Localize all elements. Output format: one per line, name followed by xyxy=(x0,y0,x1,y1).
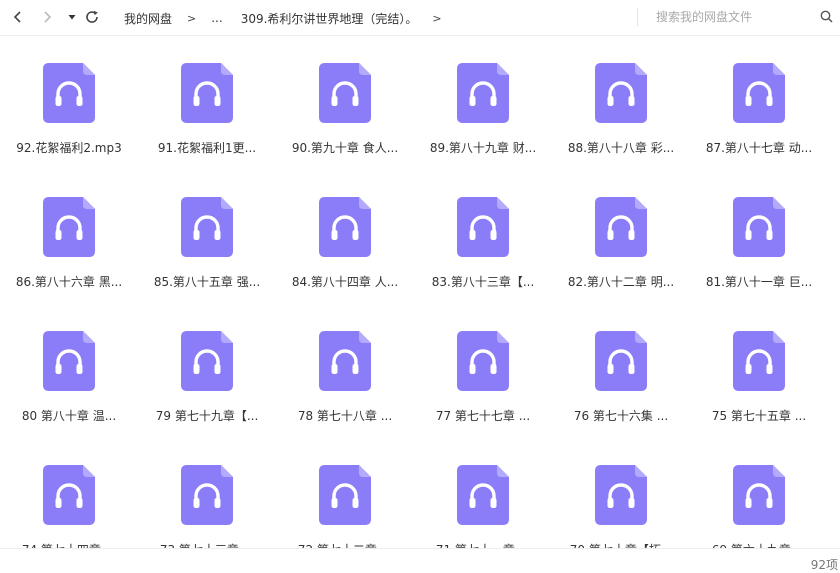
forward-button[interactable] xyxy=(36,6,58,28)
audio-file-icon xyxy=(319,63,371,123)
audio-file-icon xyxy=(733,465,785,525)
file-item[interactable]: 69 第六十九章 ... xyxy=(690,438,828,548)
audio-file-icon xyxy=(43,465,95,525)
file-item[interactable]: 86.第八十六章 黑... xyxy=(0,170,138,294)
audio-file-icon xyxy=(457,63,509,123)
breadcrumb-root[interactable]: 我的网盘 xyxy=(124,10,172,27)
file-name: 85.第八十五章 强... xyxy=(153,275,261,289)
file-item[interactable]: 72 第七十二章 ... xyxy=(276,438,414,548)
breadcrumb-ellipsis[interactable]: ... xyxy=(211,11,222,25)
audio-file-icon xyxy=(181,465,233,525)
audio-file-icon xyxy=(733,197,785,257)
history-dropdown-button[interactable] xyxy=(61,6,83,28)
file-name: 81.第八十一章 巨... xyxy=(705,275,813,289)
file-item[interactable]: 80 第八十章 温... xyxy=(0,304,138,428)
audio-file-icon xyxy=(181,63,233,123)
chevron-left-icon xyxy=(13,11,21,23)
refresh-button[interactable] xyxy=(81,6,103,28)
toolbar: 我的网盘 > ... 309.希利尔讲世界地理（完结）。 > xyxy=(0,0,840,36)
breadcrumb-separator[interactable]: > xyxy=(432,12,441,25)
status-bar: 92项 xyxy=(0,548,840,573)
file-item[interactable]: 73 第七十三章 ... xyxy=(138,438,276,548)
refresh-icon xyxy=(86,10,98,23)
audio-file-icon xyxy=(457,197,509,257)
audio-file-icon xyxy=(595,63,647,123)
file-item[interactable]: 78 第七十八章 ... xyxy=(276,304,414,428)
file-grid: 92.花絮福利2.mp3 91.花絮福利1更... 90.第九十章 食人... 89.… xyxy=(0,36,840,548)
file-item[interactable]: 77 第七十七章 ... xyxy=(414,304,552,428)
file-name: 82.第八十二章 明... xyxy=(567,275,675,289)
file-name: 77 第七十七章 ... xyxy=(435,409,531,423)
audio-file-icon xyxy=(319,331,371,391)
audio-file-icon xyxy=(319,197,371,257)
file-name: 76 第七十六集 ... xyxy=(573,409,669,423)
audio-file-icon xyxy=(733,331,785,391)
file-item[interactable]: 85.第八十五章 强... xyxy=(138,170,276,294)
back-button[interactable] xyxy=(7,6,29,28)
audio-file-icon xyxy=(457,331,509,391)
audio-file-icon xyxy=(595,465,647,525)
file-name: 80 第八十章 温... xyxy=(21,409,117,423)
audio-file-icon xyxy=(319,465,371,525)
breadcrumb: 我的网盘 > ... 309.希利尔讲世界地理（完结）。 > xyxy=(124,9,457,27)
search-icon[interactable] xyxy=(820,10,833,23)
item-count: 92项 xyxy=(810,558,838,572)
file-name: 86.第八十六章 黑... xyxy=(15,275,123,289)
file-name: 89.第八十九章 财... xyxy=(429,141,537,155)
breadcrumb-separator: > xyxy=(187,11,197,25)
search-divider xyxy=(637,8,638,26)
file-item[interactable]: 83.第八十三章【... xyxy=(414,170,552,294)
file-item[interactable]: 89.第八十九章 财... xyxy=(414,36,552,160)
search-input[interactable] xyxy=(648,6,818,28)
file-name: 79 第七十九章【... xyxy=(155,409,259,423)
file-item[interactable]: 84.第八十四章 人... xyxy=(276,170,414,294)
file-name: 91.花絮福利1更... xyxy=(157,141,257,155)
file-name: 75 第七十五章 ... xyxy=(711,409,807,423)
file-item[interactable]: 91.花絮福利1更... xyxy=(138,36,276,160)
file-name: 90.第九十章 食人... xyxy=(291,141,399,155)
file-item[interactable]: 74 第七十四章 ... xyxy=(0,438,138,548)
audio-file-icon xyxy=(43,197,95,257)
file-item[interactable]: 90.第九十章 食人... xyxy=(276,36,414,160)
file-item[interactable]: 81.第八十一章 巨... xyxy=(690,170,828,294)
audio-file-icon xyxy=(595,197,647,257)
file-item[interactable]: 92.花絮福利2.mp3 xyxy=(0,36,138,160)
chevron-right-icon xyxy=(44,11,52,23)
file-item[interactable]: 79 第七十九章【... xyxy=(138,304,276,428)
file-item[interactable]: 70 第七十章【拓... xyxy=(552,438,690,548)
file-item[interactable]: 71 第七十一章 ... xyxy=(414,438,552,548)
audio-file-icon xyxy=(181,197,233,257)
audio-file-icon xyxy=(733,63,785,123)
file-name: 88.第八十八章 彩... xyxy=(567,141,675,155)
audio-file-icon xyxy=(595,331,647,391)
audio-file-icon xyxy=(181,331,233,391)
file-name: 83.第八十三章【... xyxy=(431,275,535,289)
file-name: 87.第八十七章 动... xyxy=(705,141,813,155)
file-item[interactable]: 88.第八十八章 彩... xyxy=(552,36,690,160)
file-item[interactable]: 75 第七十五章 ... xyxy=(690,304,828,428)
file-item[interactable]: 87.第八十七章 动... xyxy=(690,36,828,160)
file-item[interactable]: 82.第八十二章 明... xyxy=(552,170,690,294)
file-name: 78 第七十八章 ... xyxy=(297,409,393,423)
caret-down-icon xyxy=(68,15,76,20)
audio-file-icon xyxy=(43,331,95,391)
file-name: 84.第八十四章 人... xyxy=(291,275,399,289)
breadcrumb-current[interactable]: 309.希利尔讲世界地理（完结）。 xyxy=(241,10,418,27)
file-item[interactable]: 76 第七十六集 ... xyxy=(552,304,690,428)
audio-file-icon xyxy=(457,465,509,525)
file-name: 92.花絮福利2.mp3 xyxy=(16,141,122,155)
audio-file-icon xyxy=(43,63,95,123)
